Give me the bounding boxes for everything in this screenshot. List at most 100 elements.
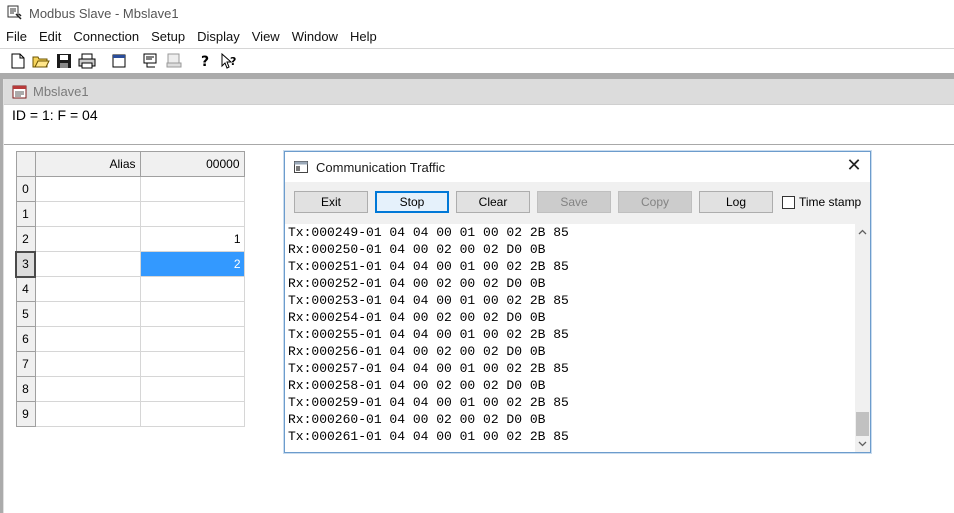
dialog-body: Exit Stop Clear Save Copy Log Time stamp…	[285, 182, 870, 452]
save-icon[interactable]	[55, 52, 73, 70]
copy-button: Copy	[618, 191, 692, 213]
value-cell[interactable]: 1	[139, 226, 245, 252]
row-header[interactable]: 6	[15, 326, 36, 352]
row-header[interactable]: 1	[15, 201, 36, 227]
menu-connection[interactable]: Connection	[67, 27, 145, 47]
alias-cell[interactable]	[34, 351, 141, 377]
log-line: Rx:000256-01 04 00 02 00 02 D0 0B	[288, 344, 546, 359]
table-row: 5	[15, 301, 245, 327]
value-cell[interactable]	[139, 376, 245, 402]
document-icon	[12, 85, 27, 99]
log-button[interactable]: Log	[699, 191, 773, 213]
log-scrollbar[interactable]	[855, 224, 870, 452]
table-row: 3 2	[15, 250, 245, 278]
toolbar-separator	[190, 51, 191, 70]
menu-file[interactable]: File	[0, 27, 33, 47]
row-header[interactable]: 8	[15, 376, 36, 402]
menu-display[interactable]: Display	[191, 27, 246, 47]
menu-help[interactable]: Help	[344, 27, 383, 47]
stop-button[interactable]: Stop	[375, 191, 449, 213]
alias-cell[interactable]	[34, 201, 141, 227]
row-header-selected[interactable]: 3	[15, 250, 36, 278]
row-header[interactable]: 0	[15, 176, 36, 202]
value-cell[interactable]	[139, 201, 245, 227]
table-row: 0	[15, 176, 245, 202]
log-line: Rx:000260-01 04 00 02 00 02 D0 0B	[288, 412, 546, 427]
alias-cell[interactable]	[34, 276, 141, 302]
exit-button[interactable]: Exit	[294, 191, 368, 213]
print-icon[interactable]	[78, 52, 96, 70]
checkbox-box[interactable]	[782, 195, 795, 209]
alias-cell[interactable]	[34, 251, 141, 277]
child-title-bar[interactable]: Mbslave1	[4, 79, 954, 105]
comm-icon[interactable]	[142, 52, 160, 70]
alias-cell[interactable]	[34, 176, 141, 202]
alias-cell[interactable]	[34, 326, 141, 352]
value-cell-selected[interactable]: 2	[139, 251, 245, 277]
table-row: 2 1	[15, 226, 245, 252]
table-row: 1	[15, 201, 245, 227]
row-header[interactable]: 2	[15, 226, 36, 252]
alias-cell[interactable]	[34, 226, 141, 252]
alias-cell[interactable]	[34, 376, 141, 402]
traffic-button-row: Exit Stop Clear Save Copy Log Time stamp	[294, 191, 861, 213]
table-row: 7	[15, 351, 245, 377]
log-line: Tx:000257-01 04 04 00 01 00 02 2B 85	[288, 361, 569, 376]
row-header[interactable]: 4	[15, 276, 36, 302]
dialog-title-bar[interactable]: Communication Traffic ✕	[285, 152, 870, 182]
log-line: Tx:000251-01 04 04 00 01 00 02 2B 85	[288, 259, 569, 274]
toolbar: ? ?	[0, 48, 954, 72]
register-grid: Alias 00000 0 1 2 1 3 2 4 5 6 7 8 9	[15, 151, 245, 427]
help-icon[interactable]: ?	[197, 52, 215, 70]
close-icon[interactable]: ✕	[846, 157, 862, 175]
value-cell[interactable]	[139, 301, 245, 327]
open-icon[interactable]	[32, 52, 50, 70]
table-row: 6	[15, 326, 245, 352]
log-line: Tx:000253-01 04 04 00 01 00 02 2B 85	[288, 293, 569, 308]
window-icon[interactable]	[110, 52, 128, 70]
app-window: Modbus Slave - Mbslave1 File Edit Connec…	[0, 0, 954, 513]
log-line: Tx:000249-01 04 04 00 01 00 02 2B 85	[288, 225, 569, 240]
value-cell[interactable]	[139, 351, 245, 377]
new-icon[interactable]	[9, 52, 27, 70]
log-line: Rx:000252-01 04 00 02 00 02 D0 0B	[288, 276, 546, 291]
menu-window[interactable]: Window	[286, 27, 344, 47]
log-line: Rx:000250-01 04 00 02 00 02 D0 0B	[288, 242, 546, 257]
row-header[interactable]: 7	[15, 351, 36, 377]
svg-text:?: ?	[230, 55, 236, 68]
log-line: Tx:000261-01 04 04 00 01 00 02 2B 85	[288, 429, 569, 444]
menu-edit[interactable]: Edit	[33, 27, 67, 47]
disconnect-icon[interactable]	[165, 52, 183, 70]
window-title: Modbus Slave - Mbslave1	[29, 5, 179, 21]
time-stamp-label: Time stamp	[799, 195, 862, 209]
traffic-window-icon	[294, 161, 308, 173]
toolbar-separator	[103, 51, 104, 70]
menu-setup[interactable]: Setup	[145, 27, 191, 47]
value-cell[interactable]	[139, 401, 245, 427]
context-help-icon[interactable]: ?	[220, 52, 238, 70]
communication-traffic-dialog: Communication Traffic ✕ Exit Stop Clear …	[284, 151, 871, 453]
row-header[interactable]: 5	[15, 301, 36, 327]
value-cell[interactable]	[139, 276, 245, 302]
log-line: Rx:000254-01 04 00 02 00 02 D0 0B	[288, 310, 546, 325]
traffic-log[interactable]: Tx:000249-01 04 04 00 01 00 02 2B 85 Rx:…	[285, 224, 855, 452]
title-bar[interactable]: Modbus Slave - Mbslave1	[0, 0, 954, 26]
scroll-down-icon[interactable]	[855, 436, 870, 452]
value-cell[interactable]	[139, 176, 245, 202]
id-function-line: ID = 1: F = 04	[4, 105, 954, 145]
menu-view[interactable]: View	[246, 27, 286, 47]
menu-bar: File Edit Connection Setup Display View …	[0, 27, 954, 47]
value-cell[interactable]	[139, 326, 245, 352]
alias-cell[interactable]	[34, 401, 141, 427]
row-header[interactable]: 9	[15, 401, 36, 427]
scroll-thumb[interactable]	[856, 412, 869, 436]
modbus-app-icon	[7, 5, 23, 21]
alias-cell[interactable]	[34, 301, 141, 327]
time-stamp-checkbox[interactable]: Time stamp	[782, 195, 861, 209]
log-line: Tx:000259-01 04 04 00 01 00 02 2B 85	[288, 395, 569, 410]
grid-corner	[15, 151, 36, 177]
clear-button[interactable]: Clear	[456, 191, 530, 213]
table-row: 9	[15, 401, 245, 427]
scroll-up-icon[interactable]	[855, 224, 870, 240]
svg-text:?: ?	[201, 54, 209, 69]
